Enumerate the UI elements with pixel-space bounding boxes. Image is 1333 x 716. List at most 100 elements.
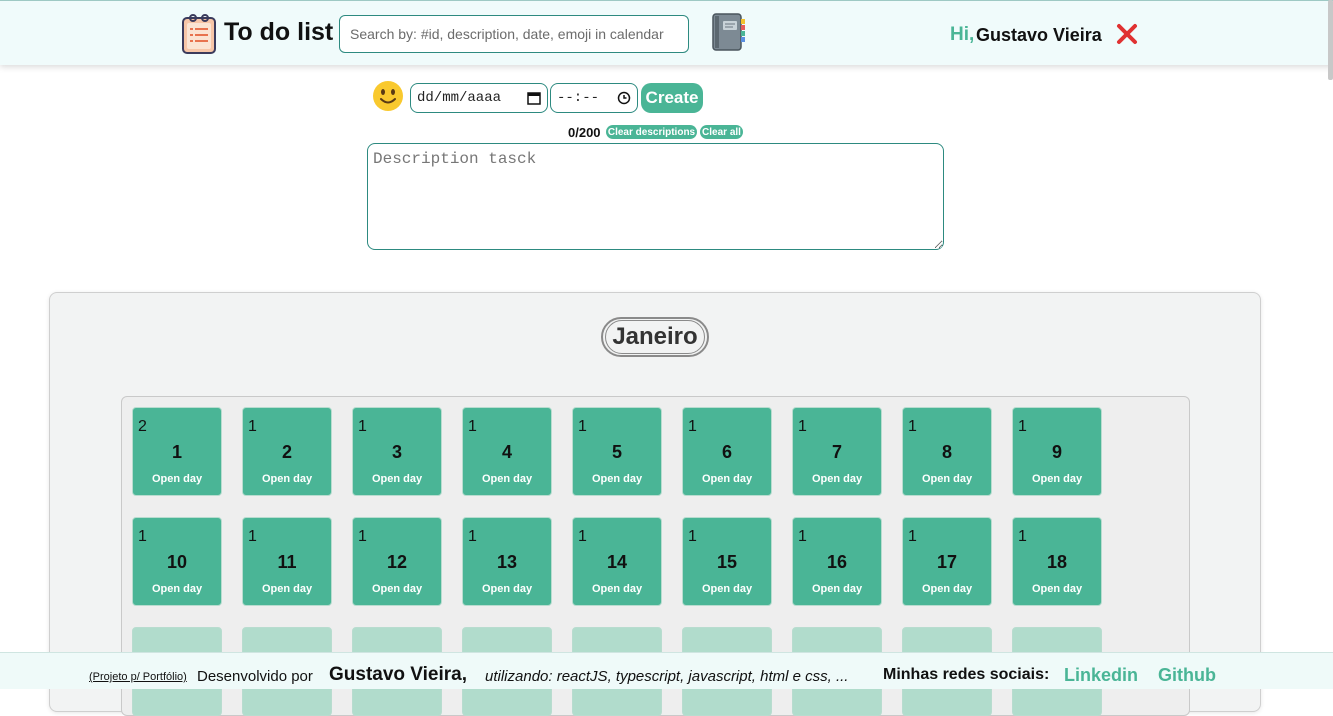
github-link[interactable]: Github (1158, 665, 1216, 686)
social-label: Minhas redes sociais: (883, 666, 1050, 683)
day-number: 12 (386, 552, 408, 572)
developed-by-text: Desenvolvido por (197, 668, 313, 685)
day-task-count: 1 (688, 418, 697, 435)
day-task-count: 1 (798, 528, 807, 545)
calendar-icon[interactable] (527, 91, 541, 105)
open-day-button[interactable]: Open day (1013, 583, 1101, 595)
day-card[interactable]: 1 7 Open day (792, 407, 882, 496)
project-link[interactable]: (Projeto p/ Portfólio) (89, 671, 187, 683)
tech-stack-text: utilizando: reactJS, typescript, javascr… (485, 668, 849, 685)
day-card[interactable]: 1 14 Open day (572, 517, 662, 606)
day-task-count: 1 (138, 528, 147, 545)
day-card[interactable]: 1 16 Open day (792, 517, 882, 606)
slightly-smiling-face-icon[interactable] (372, 80, 404, 112)
open-day-button[interactable]: Open day (793, 473, 881, 485)
description-textarea[interactable] (367, 143, 944, 250)
date-placeholder: dd/mm/aaaa (417, 90, 502, 106)
app-title: To do list (224, 18, 334, 46)
day-task-count: 1 (358, 418, 367, 435)
open-day-button[interactable]: Open day (353, 473, 441, 485)
day-number: 18 (1046, 552, 1068, 572)
time-placeholder: --:-- (557, 90, 600, 106)
open-day-button[interactable]: Open day (243, 473, 331, 485)
day-number: 14 (606, 552, 628, 572)
day-card[interactable]: 2 1 Open day (132, 407, 222, 496)
footer: (Projeto p/ Portfólio) Desenvolvido por … (0, 652, 1333, 689)
scrollbar-thumb[interactable] (1328, 0, 1333, 80)
day-number: 10 (166, 552, 188, 572)
open-day-button[interactable]: Open day (573, 473, 661, 485)
day-number: 15 (716, 552, 738, 572)
open-day-button[interactable]: Open day (463, 473, 551, 485)
day-task-count: 1 (578, 418, 587, 435)
month-title: Janeiro (601, 317, 709, 357)
day-number: 17 (936, 552, 958, 572)
open-day-button[interactable]: Open day (1013, 473, 1101, 485)
month-name: Janeiro (605, 320, 705, 354)
day-card[interactable]: 1 11 Open day (242, 517, 332, 606)
author-name: Gustavo Vieira, (329, 664, 467, 685)
notebook-icon[interactable] (711, 13, 747, 51)
day-number: 4 (501, 442, 512, 462)
day-number: 13 (496, 552, 518, 572)
day-number: 5 (611, 442, 622, 462)
open-day-button[interactable]: Open day (573, 583, 661, 595)
greeting-hi: Hi, (950, 24, 975, 45)
date-input[interactable]: dd/mm/aaaa (410, 83, 548, 113)
linkedin-link[interactable]: Linkedin (1064, 665, 1138, 686)
day-task-count: 1 (908, 528, 917, 545)
clock-icon[interactable] (617, 91, 631, 105)
day-card[interactable]: 1 9 Open day (1012, 407, 1102, 496)
day-card[interactable]: 1 15 Open day (682, 517, 772, 606)
search-input[interactable] (339, 15, 689, 53)
open-day-button[interactable]: Open day (353, 583, 441, 595)
open-day-button[interactable]: Open day (903, 473, 991, 485)
open-day-button[interactable]: Open day (683, 583, 771, 595)
top-header: To do list Hi, Gustavo Vieira (0, 0, 1333, 65)
day-card[interactable]: 1 3 Open day (352, 407, 442, 496)
day-card[interactable]: 1 17 Open day (902, 517, 992, 606)
day-task-count: 2 (138, 418, 147, 435)
open-day-button[interactable]: Open day (793, 583, 881, 595)
day-card[interactable]: 1 5 Open day (572, 407, 662, 496)
day-card[interactable]: 1 2 Open day (242, 407, 332, 496)
day-number: 16 (826, 552, 848, 572)
day-card[interactable]: 1 10 Open day (132, 517, 222, 606)
day-number: 8 (941, 442, 952, 462)
day-number: 11 (277, 552, 297, 572)
open-day-button[interactable]: Open day (903, 583, 991, 595)
character-counter: 0/200 (568, 125, 601, 140)
day-number: 7 (831, 442, 842, 462)
day-card[interactable]: 1 4 Open day (462, 407, 552, 496)
day-card[interactable]: 1 8 Open day (902, 407, 992, 496)
open-day-button[interactable]: Open day (683, 473, 771, 485)
day-task-count: 1 (908, 418, 917, 435)
day-task-count: 1 (1018, 418, 1027, 435)
day-task-count: 1 (578, 528, 587, 545)
clear-all-button[interactable]: Clear all (700, 125, 743, 139)
day-task-count: 1 (468, 528, 477, 545)
day-card[interactable]: 1 13 Open day (462, 517, 552, 606)
time-input[interactable]: --:-- (550, 83, 638, 113)
day-task-count: 1 (798, 418, 807, 435)
open-day-button[interactable]: Open day (133, 583, 221, 595)
day-card[interactable]: 1 6 Open day (682, 407, 772, 496)
open-day-button[interactable]: Open day (243, 583, 331, 595)
create-button[interactable]: Create (641, 83, 703, 113)
day-number: 3 (391, 442, 402, 462)
day-number: 6 (721, 442, 732, 462)
open-day-button[interactable]: Open day (133, 473, 221, 485)
day-task-count: 1 (1018, 528, 1027, 545)
open-day-button[interactable]: Open day (463, 583, 551, 595)
day-task-count: 1 (358, 528, 367, 545)
clipboard-list-icon (182, 14, 216, 54)
day-task-count: 1 (468, 418, 477, 435)
day-number: 9 (1051, 442, 1062, 462)
day-card[interactable]: 1 18 Open day (1012, 517, 1102, 606)
day-task-count: 1 (248, 418, 257, 435)
day-number: 2 (281, 442, 292, 462)
day-card[interactable]: 1 12 Open day (352, 517, 442, 606)
day-task-count: 1 (248, 528, 257, 545)
close-x-icon[interactable] (1115, 22, 1139, 46)
clear-descriptions-button[interactable]: Clear descriptions (606, 125, 697, 139)
